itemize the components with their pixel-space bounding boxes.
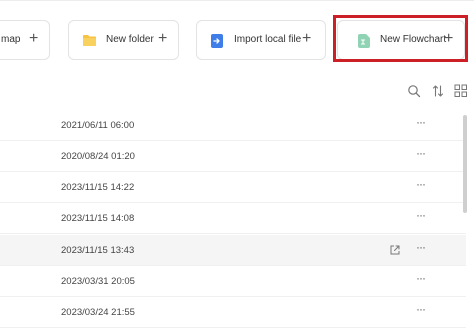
table-row[interactable]: 2023/11/15 13:43 ··· [0, 235, 466, 266]
more-options-icon[interactable]: ··· [416, 177, 426, 191]
table-row[interactable]: 2023/03/31 20:05 ··· [0, 266, 466, 297]
modified-date: 2023/03/31 20:05 [61, 276, 135, 287]
new-flowchart-label: New Flowchart [380, 34, 447, 45]
new-folder-label: New folder [106, 34, 154, 45]
more-options-icon[interactable]: ··· [416, 302, 426, 316]
more-options-icon[interactable]: ··· [416, 240, 426, 254]
modified-date: 2023/11/15 14:22 [61, 182, 135, 193]
flowchart-icon [358, 34, 370, 48]
table-row[interactable]: 2021/06/11 06:00 ··· [0, 110, 466, 141]
new-mindmap-button[interactable]: map + [0, 20, 50, 60]
import-local-file-button[interactable]: Import local file + [196, 20, 326, 60]
table-row[interactable]: 2023/11/15 14:22 ··· [0, 172, 466, 203]
open-in-new-window-icon[interactable] [389, 244, 401, 256]
grid-view-icon[interactable] [454, 84, 468, 98]
folder-icon [83, 35, 96, 46]
search-icon[interactable] [407, 84, 421, 98]
import-local-file-label: Import local file [234, 34, 302, 45]
sort-icon[interactable] [431, 84, 445, 98]
top-divider [0, 0, 474, 1]
new-flowchart-button[interactable]: New Flowchart + [337, 20, 465, 60]
more-options-icon[interactable]: ··· [416, 271, 426, 285]
modified-date: 2020/08/24 01:20 [61, 151, 135, 162]
more-options-icon[interactable]: ··· [416, 146, 426, 160]
more-options-icon[interactable]: ··· [416, 115, 426, 129]
table-row[interactable]: 2020/08/24 01:20 ··· [0, 141, 466, 172]
new-mindmap-label: map [1, 34, 21, 45]
more-options-icon[interactable]: ··· [416, 208, 426, 222]
table-row[interactable]: 2023/11/15 14:08 ··· [0, 203, 466, 234]
modified-date: 2021/06/11 06:00 [61, 120, 135, 131]
modified-date: 2023/11/15 14:08 [61, 213, 135, 224]
plus-icon: + [302, 30, 312, 47]
import-file-icon [211, 34, 223, 48]
plus-icon: + [29, 30, 39, 47]
modified-date: 2023/11/15 13:43 [61, 245, 135, 256]
plus-icon: + [444, 30, 454, 47]
plus-icon: + [158, 30, 168, 47]
new-folder-button[interactable]: New folder + [68, 20, 179, 60]
scrollbar[interactable] [463, 115, 467, 213]
